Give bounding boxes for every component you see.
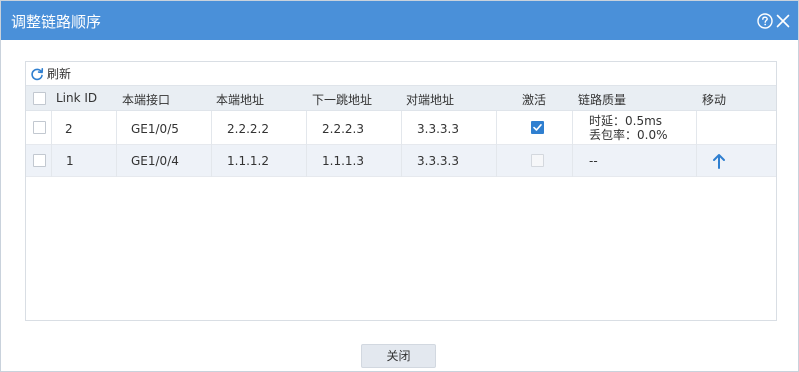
col-active: 激活 [522, 93, 547, 107]
row-checkbox[interactable] [33, 154, 46, 167]
table-toolbar: 刷新 [26, 62, 776, 85]
local-interface: GE1/0/4 [131, 154, 179, 168]
select-all-checkbox[interactable] [33, 92, 46, 105]
close-button[interactable]: 关闭 [361, 344, 436, 368]
link-quality: -- [589, 154, 598, 168]
local-address: 2.2.2.2 [227, 122, 269, 136]
col-link-quality: 链路质量 [578, 93, 627, 107]
active-checkbox[interactable] [531, 154, 544, 167]
dialog: 调整链路顺序 刷新 Link ID 本端接口 本端地址 下一跳地址 对端地址 激… [0, 0, 799, 372]
next-hop-address: 2.2.2.3 [322, 122, 364, 136]
row-checkbox[interactable] [33, 121, 46, 134]
col-local-address: 本端地址 [216, 93, 265, 107]
local-address: 1.1.1.2 [227, 154, 269, 168]
active-checkbox[interactable] [531, 121, 544, 134]
col-local-interface: 本端接口 [122, 93, 171, 107]
table-row[interactable]: 1 GE1/0/4 1.1.1.2 1.1.1.3 3.3.3.3 -- [26, 145, 776, 177]
link-quality: 时延：0.5ms 丢包率：0.0% [589, 114, 668, 142]
latency-text: 时延：0.5ms [589, 114, 663, 128]
next-hop-address: 1.1.1.3 [322, 154, 364, 168]
peer-address: 3.3.3.3 [417, 154, 459, 168]
link-id: 2 [65, 122, 73, 136]
close-icon[interactable] [775, 13, 791, 29]
link-table-panel: 刷新 Link ID 本端接口 本端地址 下一跳地址 对端地址 激活 链路质量 … [25, 61, 777, 321]
dialog-titlebar: 调整链路顺序 [1, 1, 798, 40]
table-header: Link ID 本端接口 本端地址 下一跳地址 对端地址 激活 链路质量 移动 [26, 85, 776, 111]
arrow-up-icon[interactable] [712, 153, 726, 169]
col-peer-address: 对端地址 [406, 93, 455, 107]
refresh-label: 刷新 [47, 67, 72, 81]
col-next-hop: 下一跳地址 [312, 93, 373, 107]
refresh-button[interactable]: 刷新 [30, 65, 71, 82]
col-move: 移动 [702, 93, 727, 107]
link-id: 1 [66, 154, 74, 168]
refresh-icon [31, 67, 44, 80]
help-icon[interactable] [757, 13, 773, 29]
local-interface: GE1/0/5 [131, 122, 179, 136]
packet-loss-text: 丢包率：0.0% [589, 128, 668, 142]
table-row[interactable]: 2 GE1/0/5 2.2.2.2 2.2.2.3 3.3.3.3 时延：0.5… [26, 111, 776, 145]
dialog-title: 调整链路顺序 [11, 13, 102, 31]
col-link-id: Link ID [56, 91, 98, 105]
peer-address: 3.3.3.3 [417, 122, 459, 136]
